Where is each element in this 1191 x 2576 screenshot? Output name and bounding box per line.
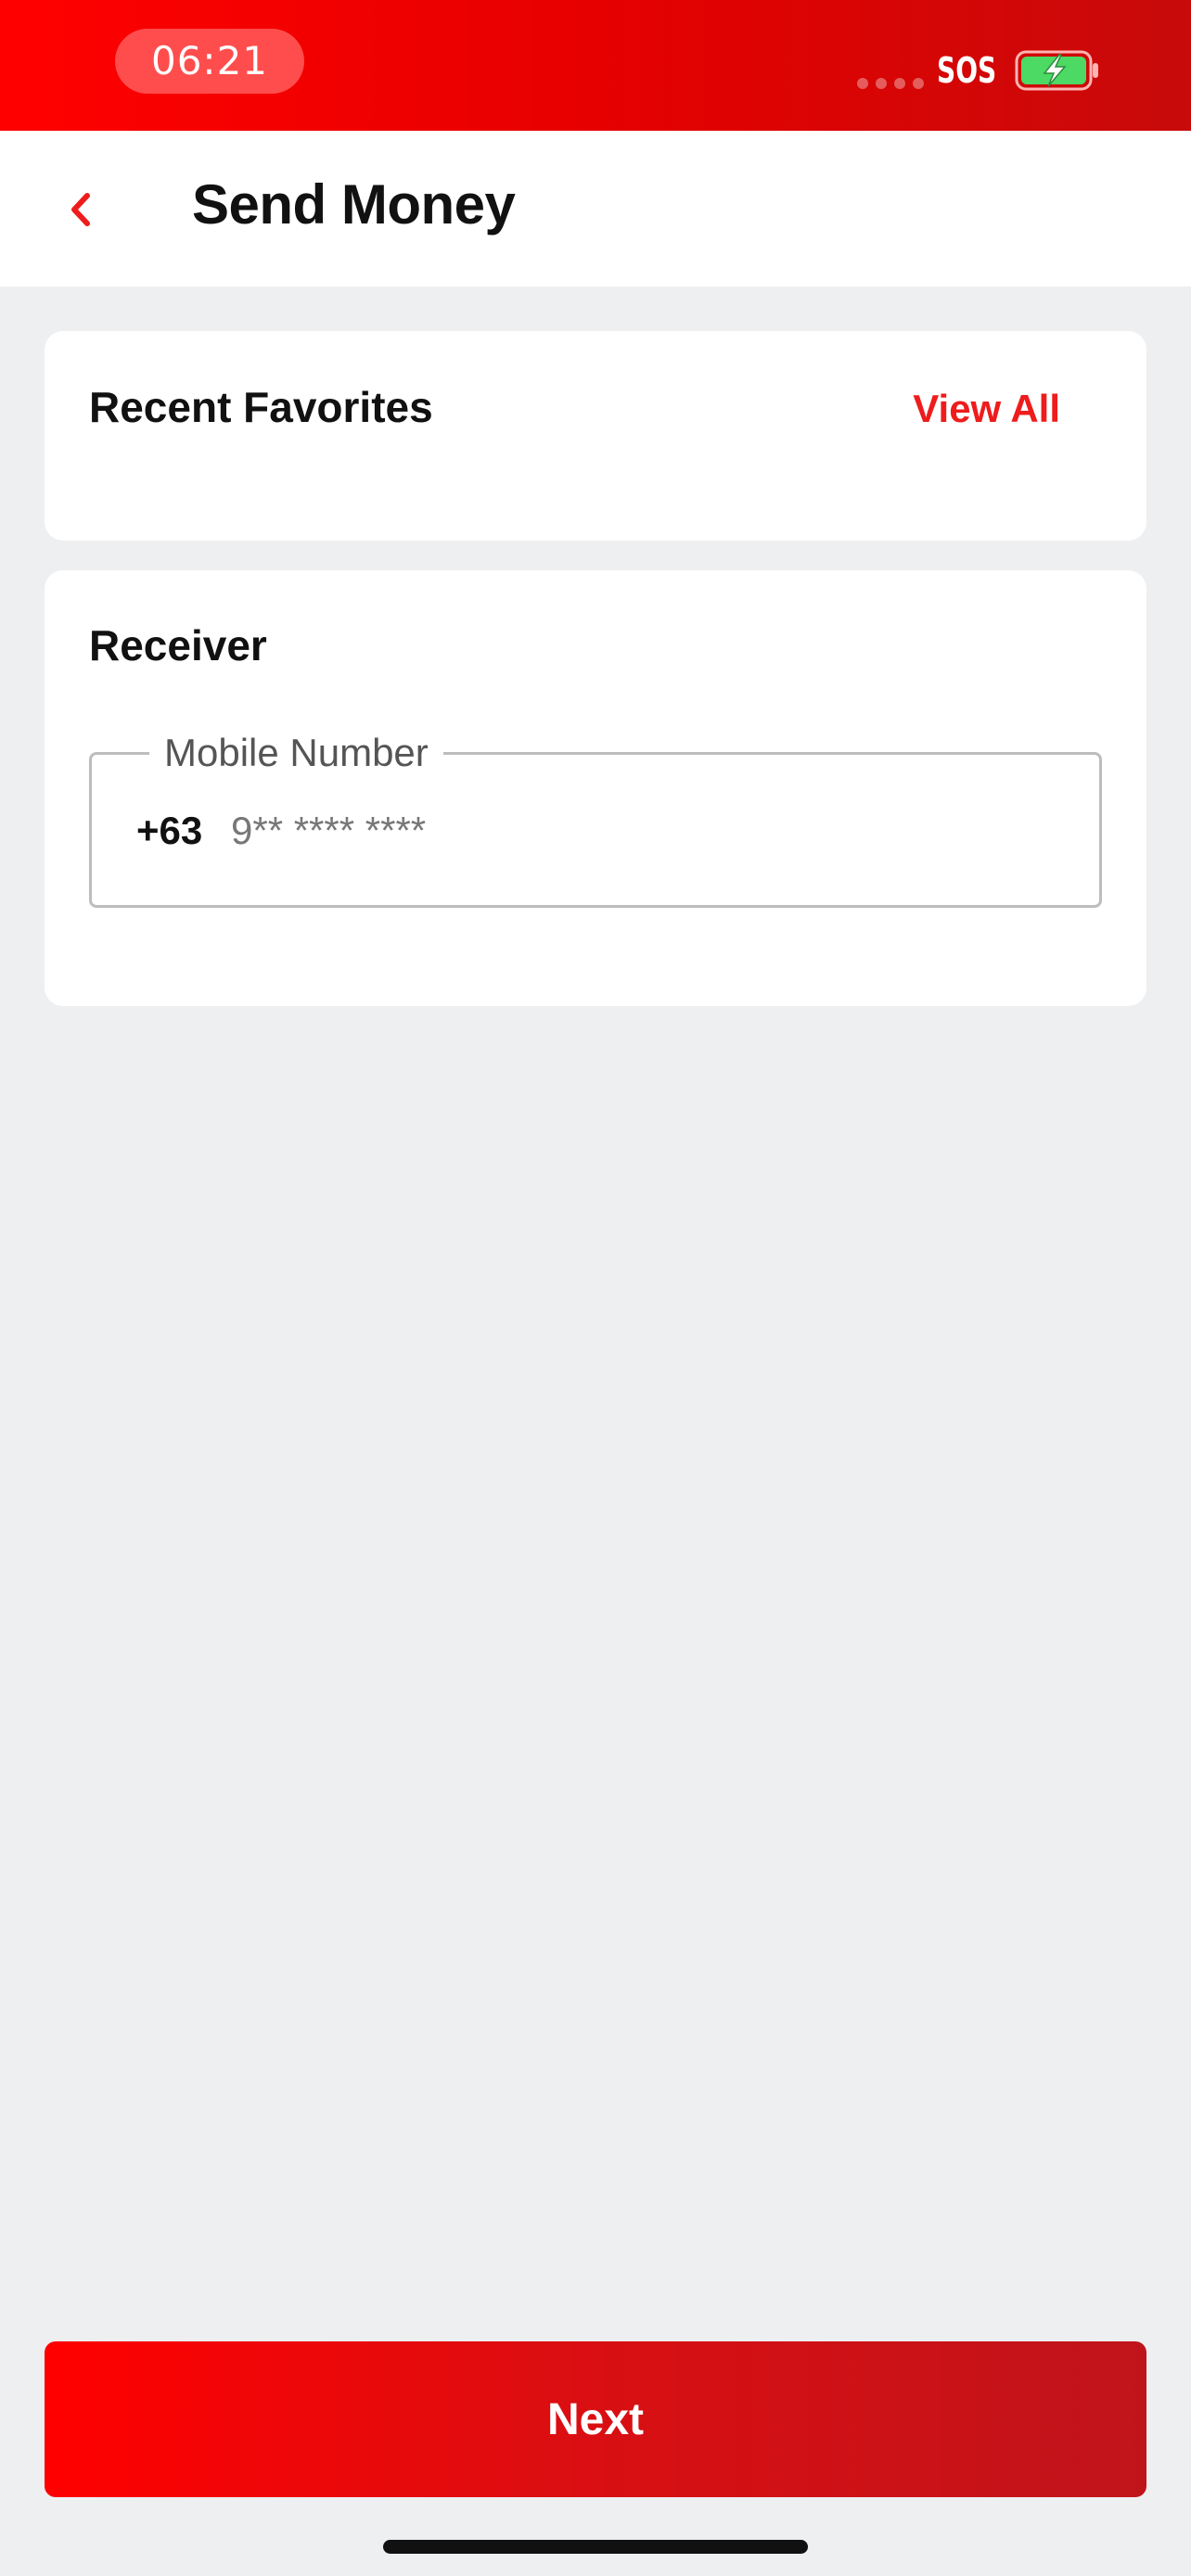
next-button[interactable]: Next: [45, 2341, 1146, 2497]
mobile-number-input[interactable]: [231, 796, 1066, 866]
app-header: Send Money: [0, 131, 1191, 287]
view-all-link[interactable]: View All: [913, 387, 1060, 431]
receiver-card: Receiver Mobile Number +63: [45, 570, 1146, 1006]
home-indicator: [383, 2540, 808, 2554]
sos-label: SOS: [937, 50, 997, 91]
mobile-number-label: Mobile Number: [149, 729, 443, 777]
signal-icon: [857, 78, 924, 89]
status-time: 06:21: [115, 29, 304, 94]
status-bar: 06:21 SOS: [0, 0, 1191, 131]
country-code: +63: [136, 809, 203, 852]
back-button[interactable]: [56, 177, 108, 242]
receiver-title: Receiver: [89, 621, 267, 670]
mobile-number-field[interactable]: Mobile Number +63: [89, 729, 1102, 908]
chevron-left-icon: [71, 193, 90, 226]
recent-favorites-card: Recent Favorites View All: [45, 331, 1146, 541]
page-title: Send Money: [192, 173, 516, 236]
recent-favorites-title: Recent Favorites: [89, 383, 433, 431]
battery-charging-icon: [1015, 50, 1098, 91]
